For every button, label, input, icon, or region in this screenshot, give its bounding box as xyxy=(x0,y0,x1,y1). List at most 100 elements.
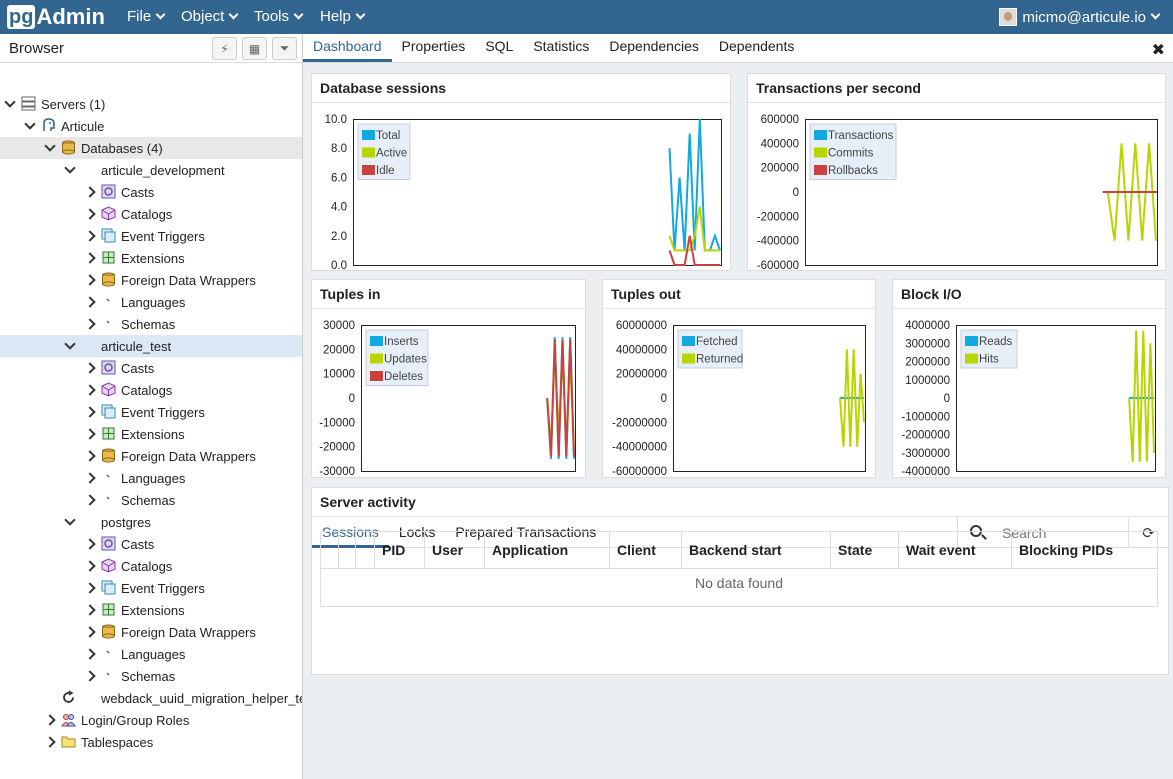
tab-properties[interactable]: Properties xyxy=(392,33,476,62)
grid-col-state[interactable]: State xyxy=(831,532,899,569)
grid-col-pid[interactable]: PID xyxy=(375,532,425,569)
chevron-down-icon[interactable] xyxy=(64,162,76,174)
schemas-icon xyxy=(101,316,116,331)
tree-node-label: Extensions xyxy=(121,427,185,442)
menu-object[interactable]: Object xyxy=(181,0,239,34)
chevron-right-icon[interactable] xyxy=(84,274,96,286)
tree-node[interactable]: Articule xyxy=(0,115,302,137)
menu-object-label: Object xyxy=(181,8,225,25)
tree-node[interactable]: postgres xyxy=(0,511,302,533)
tuples-in-panel: Tuples in 30000 20000 10000 0 -10000 -20000 -3… xyxy=(311,279,586,478)
chevron-right-icon[interactable] xyxy=(84,208,96,220)
chevron-right-icon[interactable] xyxy=(84,472,96,484)
tree-node[interactable]: Tablespaces xyxy=(0,731,302,753)
legend-swatch xyxy=(814,130,827,140)
chevron-right-icon[interactable] xyxy=(84,582,96,594)
menu-file[interactable]: File xyxy=(127,0,166,34)
chevron-right-icon[interactable] xyxy=(84,362,96,374)
chevron-down-icon xyxy=(155,9,166,20)
tab-sql[interactable]: SQL xyxy=(475,33,523,62)
close-icon[interactable]: ✖ xyxy=(1152,40,1165,60)
tab-dependents[interactable]: Dependents xyxy=(709,33,805,62)
grid-col-blocking-pids[interactable]: Blocking PIDs xyxy=(1012,532,1158,569)
chevron-right-icon[interactable] xyxy=(84,252,96,264)
tab-statistics[interactable]: Statistics xyxy=(523,33,599,62)
user-menu[interactable]: micmo@articule.io xyxy=(999,0,1161,34)
tree-node[interactable]: Casts xyxy=(0,181,302,203)
fdw-icon xyxy=(101,448,116,463)
tree-node[interactable]: Catalogs xyxy=(0,203,302,225)
tree-node[interactable]: Event Triggers xyxy=(0,401,302,423)
y-tick-label: 30000 xyxy=(323,320,355,332)
tree-node-label: Languages xyxy=(121,471,186,486)
chevron-right-icon[interactable] xyxy=(84,384,96,396)
tree-node[interactable]: Languages xyxy=(0,643,302,665)
menu-tools[interactable]: Tools xyxy=(254,0,304,34)
tree-node[interactable]: Servers (1) xyxy=(0,93,302,115)
chevron-right-icon[interactable] xyxy=(84,186,96,198)
chevron-right-icon[interactable] xyxy=(84,670,96,682)
chevron-down-icon[interactable] xyxy=(64,514,76,526)
browser-panel: Browser ⚡ ▦ ⏷ Servers (1) Articule Databas… xyxy=(0,34,303,779)
tree-node[interactable]: Schemas xyxy=(0,313,302,335)
pgadmin-logo[interactable]: pg Admin xyxy=(7,4,105,30)
chevron-right-icon[interactable] xyxy=(84,604,96,616)
chevron-right-icon[interactable] xyxy=(84,296,96,308)
tree-node[interactable]: articule_development xyxy=(0,159,302,181)
tree-node[interactable]: Catalogs xyxy=(0,379,302,401)
chevron-right-icon[interactable] xyxy=(84,560,96,572)
tree-node[interactable]: webdack_uuid_migration_helper_test xyxy=(0,687,302,709)
chevron-down-icon[interactable] xyxy=(44,140,56,152)
tree-node[interactable]: Foreign Data Wrappers xyxy=(0,269,302,291)
chevron-down-icon[interactable] xyxy=(24,118,36,130)
panel-title: Block I/O xyxy=(893,280,1165,309)
tree-node-label: Catalogs xyxy=(121,559,173,574)
tree-node[interactable]: Casts xyxy=(0,357,302,379)
tree-node[interactable]: Login/Group Roles xyxy=(0,709,302,731)
tree-node[interactable]: articule_test xyxy=(0,335,302,357)
grid-col-application[interactable]: Application xyxy=(485,532,610,569)
query-tool-button[interactable]: ⚡ xyxy=(212,37,237,60)
tree-node[interactable]: Foreign Data Wrappers xyxy=(0,621,302,643)
tree-node[interactable]: Extensions xyxy=(0,247,302,269)
tab-dashboard[interactable]: Dashboard xyxy=(303,33,392,62)
chevron-right-icon[interactable] xyxy=(84,648,96,660)
languages-icon xyxy=(101,470,116,485)
chevron-right-icon[interactable] xyxy=(84,626,96,638)
filter-button[interactable]: ⏷ xyxy=(272,37,297,60)
tree-node[interactable]: Languages xyxy=(0,467,302,489)
chevron-right-icon[interactable] xyxy=(84,318,96,330)
chevron-right-icon[interactable] xyxy=(84,230,96,242)
legend-swatch xyxy=(370,336,383,346)
tree-node[interactable]: Catalogs xyxy=(0,555,302,577)
grid-col-client[interactable]: Client xyxy=(610,532,682,569)
tree-node[interactable]: Languages xyxy=(0,291,302,313)
tree-node[interactable]: Event Triggers xyxy=(0,577,302,599)
chevron-down-icon[interactable] xyxy=(4,96,16,108)
chevron-down-icon[interactable] xyxy=(64,338,76,350)
chevron-right-icon[interactable] xyxy=(84,450,96,462)
chevron-right-icon[interactable] xyxy=(84,428,96,440)
tab-dependencies[interactable]: Dependencies xyxy=(599,33,709,62)
tree-node[interactable]: Schemas xyxy=(0,665,302,687)
grid-col-wait-event[interactable]: Wait event xyxy=(899,532,1012,569)
casts-icon xyxy=(101,536,116,551)
tree-node[interactable]: Extensions xyxy=(0,423,302,445)
tree-node[interactable]: Schemas xyxy=(0,489,302,511)
tree-node[interactable]: Event Triggers xyxy=(0,225,302,247)
grid-col-user[interactable]: User xyxy=(425,532,485,569)
chevron-right-icon[interactable] xyxy=(84,406,96,418)
tree-node[interactable]: Foreign Data Wrappers xyxy=(0,445,302,467)
tree-node[interactable]: Casts xyxy=(0,533,302,555)
view-data-button[interactable]: ▦ xyxy=(242,37,267,60)
tree-node-label: Languages xyxy=(121,295,186,310)
menu-help[interactable]: Help xyxy=(320,0,366,34)
chevron-right-icon[interactable] xyxy=(84,538,96,550)
languages-icon xyxy=(101,294,116,309)
chevron-right-icon[interactable] xyxy=(84,494,96,506)
chevron-right-icon[interactable] xyxy=(44,714,56,726)
tree-node[interactable]: Extensions xyxy=(0,599,302,621)
grid-col-backend-start[interactable]: Backend start xyxy=(682,532,831,569)
tree-node[interactable]: Databases (4) xyxy=(0,137,302,159)
chevron-right-icon[interactable] xyxy=(44,736,56,748)
